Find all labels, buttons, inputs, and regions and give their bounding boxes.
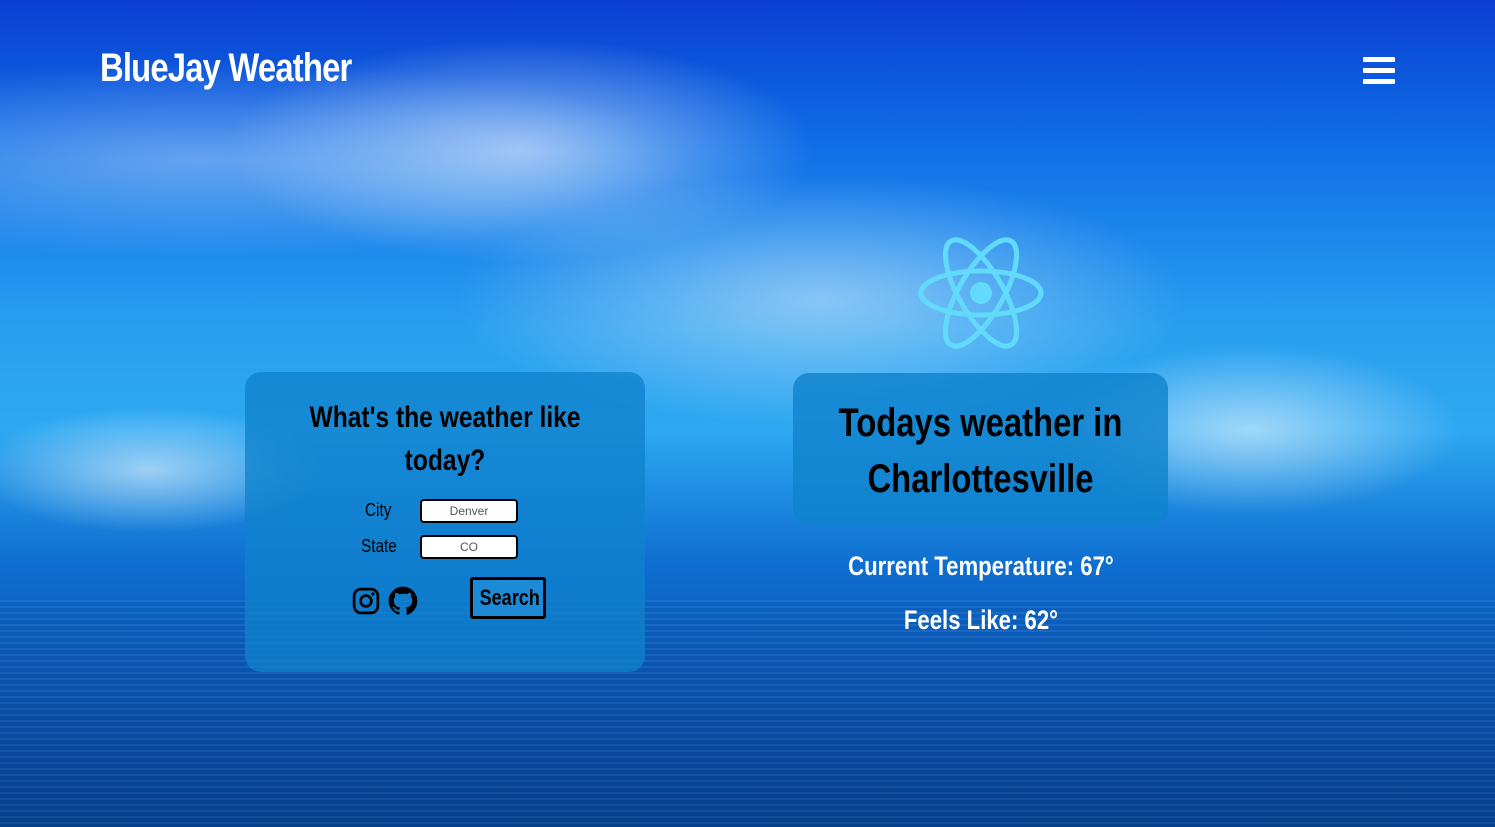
menu-bar [1363, 79, 1395, 84]
github-icon[interactable] [388, 586, 418, 616]
weather-card-title: Todays weather in Charlottesville [827, 395, 1135, 507]
weather-card-title-line2: Charlottesville [867, 457, 1094, 501]
search-card-title: What's the weather like today? [281, 396, 609, 482]
state-label: State [361, 536, 397, 556]
menu-bar [1363, 57, 1395, 62]
weather-card-title-line1: Todays weather in [838, 401, 1123, 445]
feels-like-text: Feels Like: 62° [903, 605, 1058, 635]
search-button[interactable]: Search [470, 577, 546, 619]
feels-like: Feels Like: 62° [793, 605, 1168, 636]
search-card-title-line1: What's the weather like [309, 401, 581, 434]
background-image [0, 0, 1495, 827]
current-temperature-text: Current Temperature: 67° [847, 551, 1114, 581]
city-label: City [365, 500, 392, 520]
brand-title[interactable]: BlueJay Weather [100, 46, 352, 91]
instagram-icon[interactable] [351, 586, 381, 616]
weather-card: Todays weather in Charlottesville [793, 373, 1168, 525]
menu-bar [1363, 68, 1395, 73]
react-logo-icon [918, 237, 1044, 349]
search-card: What's the weather like today? City Stat… [245, 372, 645, 672]
state-input[interactable] [420, 535, 518, 559]
city-input[interactable] [420, 499, 518, 523]
current-temperature: Current Temperature: 67° [793, 551, 1168, 582]
search-button-label: Search [479, 585, 540, 610]
search-card-title-line2: today? [404, 444, 486, 477]
hamburger-menu-icon[interactable] [1363, 57, 1395, 85]
